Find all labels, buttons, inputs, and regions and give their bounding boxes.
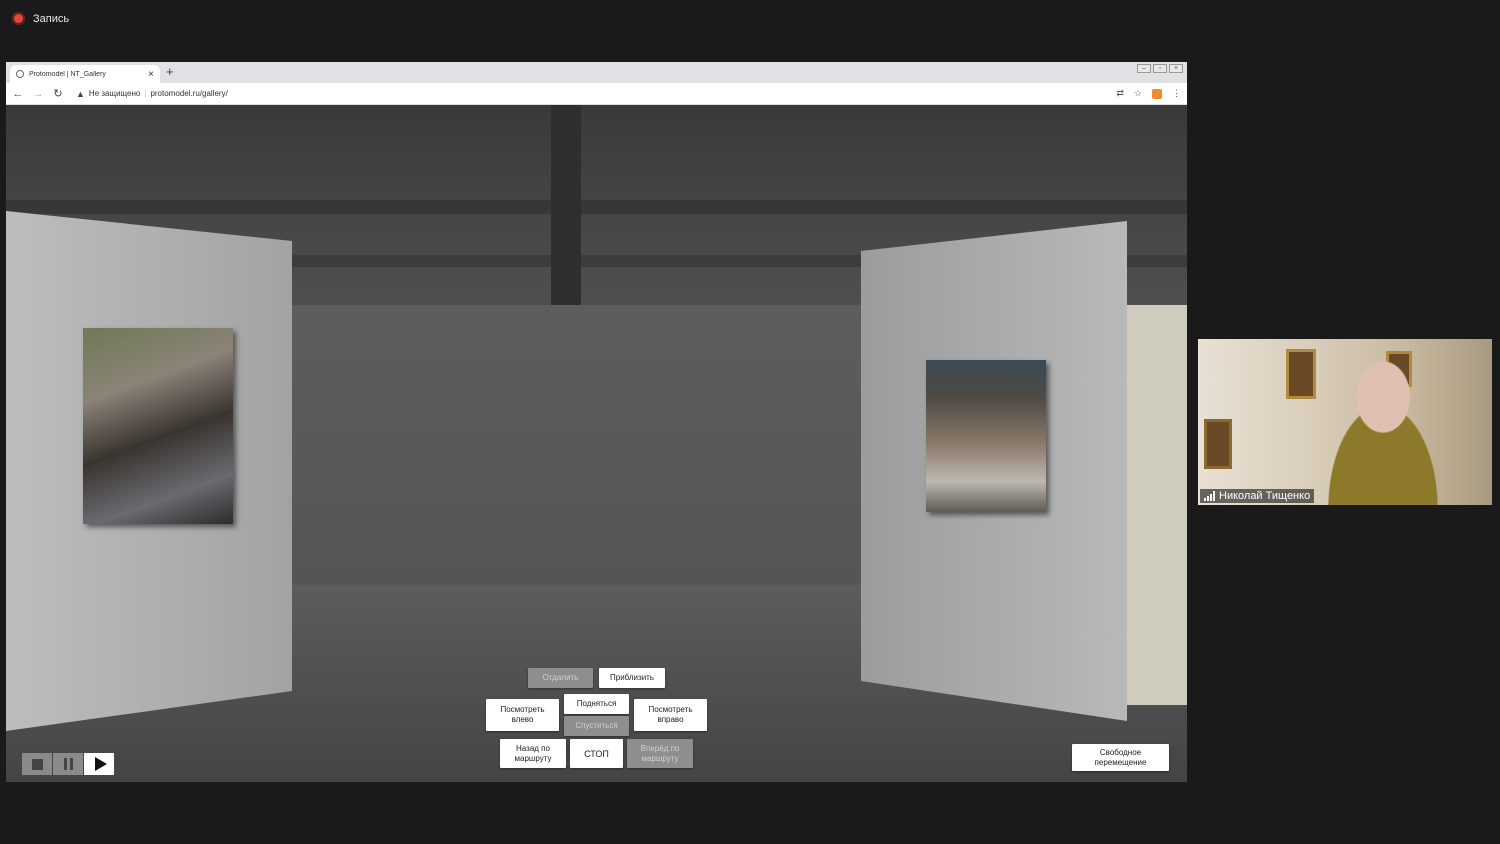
- gallery-3d-viewport[interactable]: Отдалить Приблизить Посмотреть влево Под…: [6, 105, 1187, 782]
- pause-button[interactable]: [53, 753, 83, 775]
- url-field[interactable]: ▲ Не защищено | protomodel.ru/gallery/: [76, 89, 1108, 99]
- participant-video[interactable]: Николай Тищенко: [1198, 339, 1492, 505]
- toolbar-right: ⇄ ☆ ⋮: [1116, 88, 1181, 99]
- back-wall: [291, 305, 861, 585]
- play-button[interactable]: [84, 753, 114, 775]
- play-icon: [94, 757, 107, 771]
- maximize-icon[interactable]: ▫: [1153, 64, 1167, 73]
- stop-button[interactable]: СТОП: [570, 739, 623, 768]
- stop-playback-button[interactable]: [22, 753, 52, 775]
- painting-bearded-man[interactable]: [926, 360, 1046, 512]
- tab-bar: Protomodel | NT_Gallery × + – ▫ ×: [6, 62, 1187, 83]
- menu-dots-icon[interactable]: ⋮: [1172, 88, 1181, 99]
- playback-controls: [22, 753, 114, 775]
- translate-icon[interactable]: ⇄: [1116, 88, 1124, 99]
- look-right-button[interactable]: Посмотреть вправо: [634, 699, 707, 731]
- security-label: Не защищено: [88, 89, 141, 98]
- star-icon[interactable]: ☆: [1134, 88, 1142, 99]
- warning-icon[interactable]: ▲: [76, 89, 85, 99]
- minimize-icon[interactable]: –: [1137, 64, 1151, 73]
- route-forward-button[interactable]: Вперёд по маршруту: [627, 739, 693, 768]
- pause-icon: [63, 758, 73, 770]
- recording-indicator: Запись: [12, 12, 69, 25]
- participant-image: [1298, 349, 1468, 505]
- ceiling-beam: [6, 200, 1187, 214]
- address-bar: ← → ↻ ▲ Не защищено | protomodel.ru/gall…: [6, 83, 1187, 105]
- recording-label: Запись: [33, 12, 70, 25]
- free-move-button[interactable]: Свободное перемещение: [1072, 744, 1169, 771]
- window-controls: – ▫ ×: [1137, 64, 1183, 73]
- tab-title: Protomodel | NT_Gallery: [29, 70, 106, 78]
- signal-icon: [1204, 491, 1215, 501]
- tab-gallery[interactable]: Protomodel | NT_Gallery ×: [10, 65, 160, 83]
- reload-icon[interactable]: ↻: [52, 87, 64, 100]
- look-left-button[interactable]: Посмотреть влево: [486, 699, 559, 731]
- down-button[interactable]: Спуститься: [564, 716, 629, 736]
- url-text: protomodel.ru/gallery/: [150, 89, 228, 98]
- new-tab-button[interactable]: +: [166, 64, 174, 79]
- easel-painting: [1204, 419, 1232, 469]
- arrow-right-icon[interactable]: →: [32, 88, 44, 100]
- record-icon: [12, 12, 25, 25]
- divider: |: [144, 89, 147, 98]
- side-wall: [1127, 305, 1187, 705]
- browser-window: Protomodel | NT_Gallery × + – ▫ × ← → ↻ …: [6, 62, 1187, 782]
- participant-label: Николай Тищенко: [1200, 489, 1315, 503]
- route-back-button[interactable]: Назад по маршруту: [500, 739, 566, 768]
- zoom-out-button[interactable]: Отдалить: [528, 668, 593, 688]
- globe-icon: [16, 70, 24, 78]
- participant-name: Николай Тищенко: [1219, 490, 1311, 502]
- extension-icon[interactable]: [1152, 88, 1162, 99]
- zoom-in-button[interactable]: Приблизить: [599, 668, 665, 688]
- arrow-left-icon[interactable]: ←: [12, 88, 24, 100]
- close-window-icon[interactable]: ×: [1169, 64, 1183, 73]
- stop-icon: [31, 758, 43, 770]
- painting-woman-with-wolf[interactable]: [83, 328, 233, 524]
- up-button[interactable]: Подняться: [564, 694, 629, 714]
- close-tab-icon[interactable]: ×: [148, 69, 154, 80]
